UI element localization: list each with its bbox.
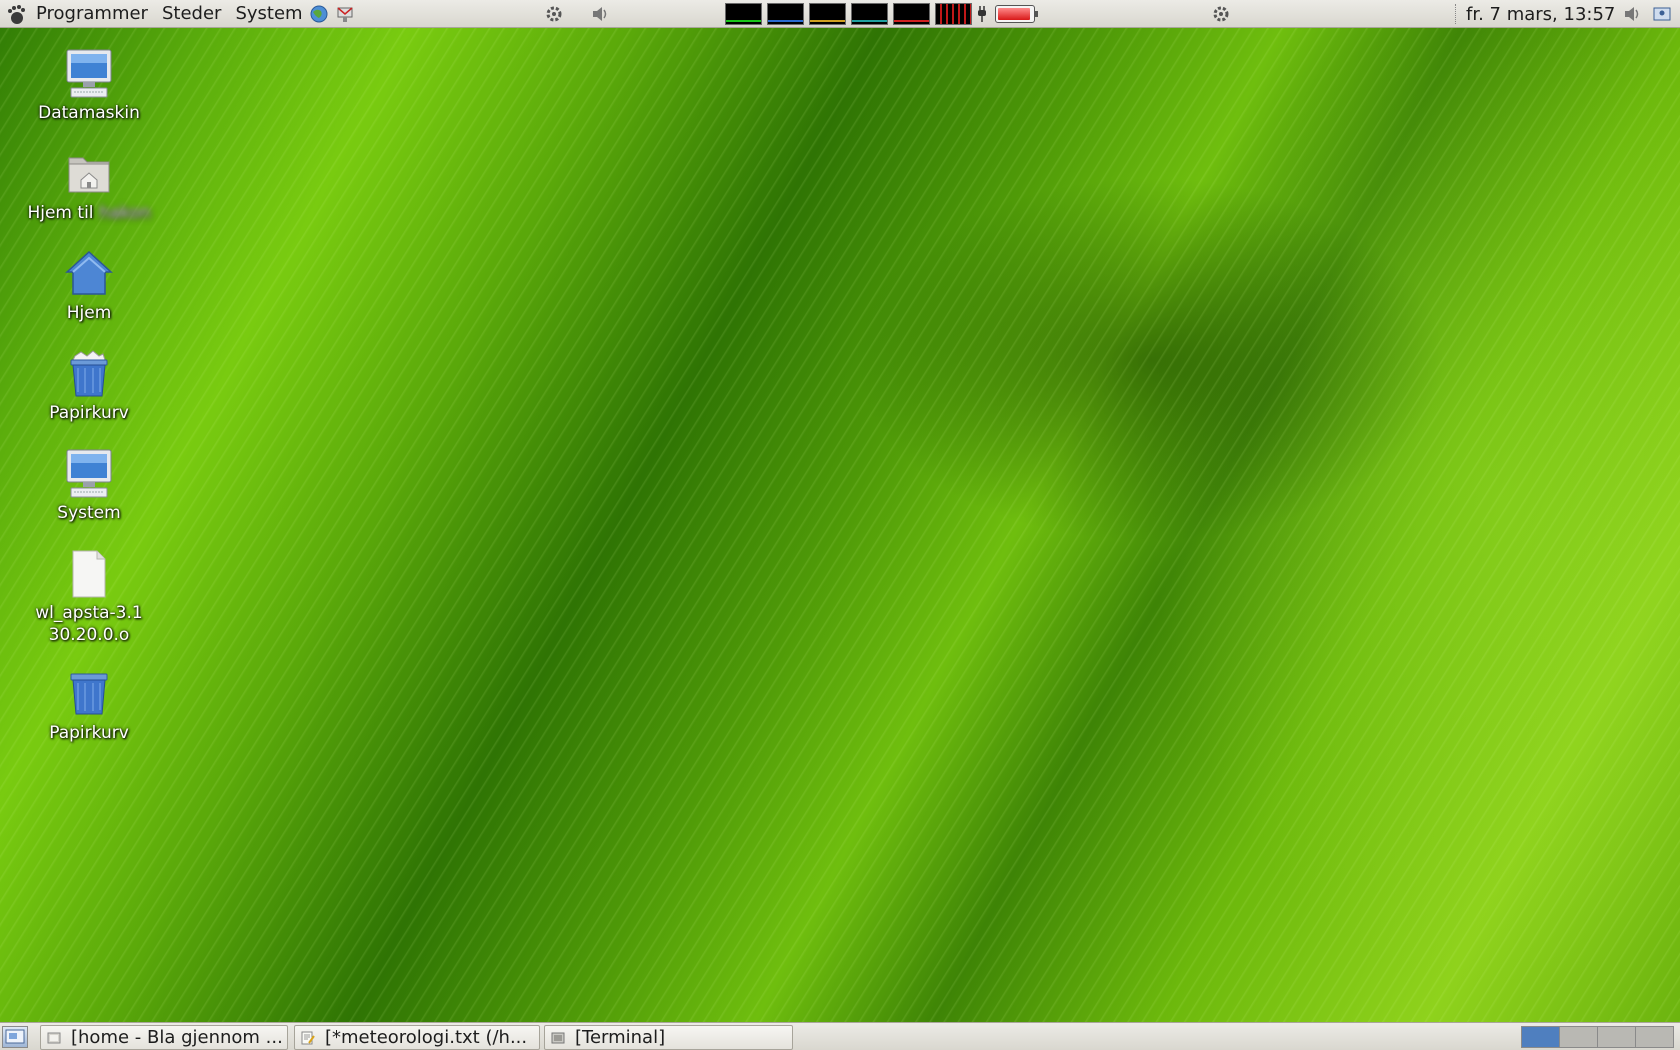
swap-graph [851,3,888,25]
desktop-icon-papirkurv[interactable]: Papirkurv [24,668,154,744]
panel-separator [1455,4,1457,24]
disk-graph [935,3,972,25]
volume-tray-icon[interactable] [1622,4,1642,24]
task-label: [Terminal] [575,1027,666,1048]
show-desktop-icon [5,1029,25,1044]
trash-full-icon [70,350,108,397]
desktop-icon-label: Papirkurv [49,723,129,743]
battery-fill [998,8,1030,20]
workspace-3[interactable] [1597,1026,1636,1048]
desktop-icon-papirkurv-full[interactable]: Papirkurv [24,348,154,424]
trash-icon [70,673,108,715]
workspace-2[interactable] [1559,1026,1598,1048]
battery-indicator[interactable] [995,5,1038,23]
volume-icon[interactable] [590,4,610,24]
desktop-icon-wl-apsta[interactable]: wl_apsta-3.130.20.0.o [24,548,154,646]
mail-client-icon[interactable] [335,4,355,24]
clock[interactable]: fr. 7 mars, 13:57 [1466,4,1615,25]
task-terminal[interactable]: [Terminal] [544,1025,793,1050]
desktop-icon-hjem-til[interactable]: Hjem til hakon [24,148,154,224]
top-panel: Programmer Steder System fr. 7 mars, 13:… [0,0,1680,28]
desktop-icon-system[interactable]: System [24,448,154,524]
text-editor-icon [301,1031,315,1044]
desktop-icon-label: Hjem til hakon [27,203,151,223]
user-switcher-icon[interactable] [1652,4,1672,24]
web-browser-icon[interactable] [309,4,329,24]
desktop-icon-label: Hjem [66,303,112,323]
menu-programmer[interactable]: Programmer [36,3,148,24]
home-folder-icon [68,157,110,193]
computer-icon [66,49,112,98]
menu-system[interactable]: System [235,3,302,24]
task-label: [*meteorologi.txt (/h... [325,1027,528,1048]
desktop-wallpaper [0,0,1680,1050]
workspace-1[interactable] [1521,1026,1560,1048]
workspace-4[interactable] [1635,1026,1674,1048]
desktop-icon-label: System [57,503,121,523]
blurred-username: hakon [98,203,151,223]
memory-graph [767,3,804,25]
terminal-icon [551,1032,565,1043]
bottom-panel: [home - Bla gjennom ... [*meteorologi.tx… [0,1022,1680,1050]
task-label: [home - Bla gjennom ... [71,1027,283,1048]
network-applet-icon[interactable] [1211,4,1231,24]
home-icon [65,250,113,295]
desktop-icon-label: Papirkurv [49,403,129,423]
computer-icon [66,449,112,498]
task-home-browser[interactable]: [home - Bla gjennom ... [40,1025,288,1050]
desktop-icon-hjem[interactable]: Hjem [24,248,154,324]
desktop-icon-label: wl_apsta-3.130.20.0.o [35,603,143,645]
settings-applet-icon[interactable] [544,4,564,24]
cpu-graph [725,3,762,25]
file-icon [72,550,106,598]
network-graph [809,3,846,25]
workspace-switcher[interactable] [1521,1026,1674,1048]
gnome-foot-icon[interactable] [6,3,26,25]
show-desktop-button[interactable] [2,1026,28,1048]
desktop-icon-datamaskin[interactable]: Datamaskin [24,48,154,124]
power-plug-icon[interactable] [975,4,989,24]
menu-steder[interactable]: Steder [162,3,221,24]
task-meteorologi-editor[interactable]: [*meteorologi.txt (/h... [294,1025,540,1050]
desktop-icon-label: Datamaskin [38,103,140,123]
folder-icon [47,1032,61,1043]
system-monitor-graphs[interactable] [725,3,972,25]
load-graph [893,3,930,25]
